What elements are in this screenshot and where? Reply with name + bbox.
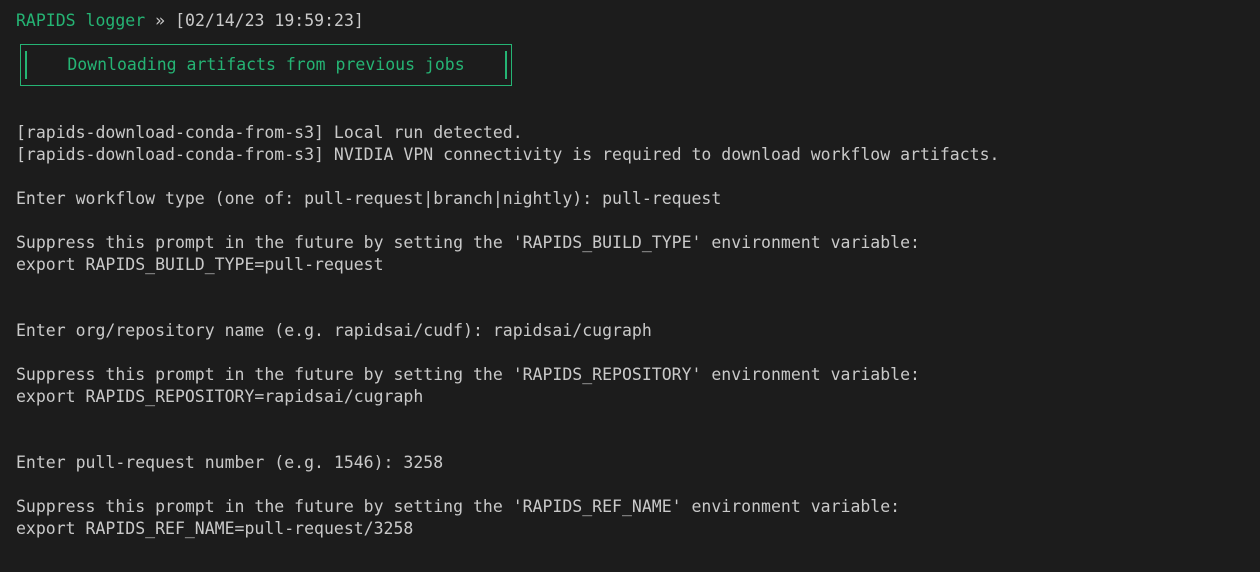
log-vpn-required-line: [rapids-download-conda-from-s3] NVIDIA V… (16, 144, 1244, 166)
blank-line (16, 342, 1244, 364)
log-local-run-line: [rapids-download-conda-from-s3] Local ru… (16, 122, 1244, 144)
blank-line (16, 276, 1244, 298)
prompt-workflow-type-line: Enter workflow type (one of: pull-reques… (16, 188, 1244, 210)
terminal-window[interactable]: RAPIDS logger » [02/14/23 19:59:23] Downlo… (0, 0, 1260, 572)
header-separator: » (155, 11, 165, 30)
prompt-repository-line: Enter org/repository name (e.g. rapidsai… (16, 320, 1244, 342)
export-build-type-line: export RAPIDS_BUILD_TYPE=pull-request (16, 254, 1244, 276)
blank-line (16, 474, 1244, 496)
blank-line (16, 166, 1244, 188)
logger-name: RAPIDS logger (16, 11, 145, 30)
export-ref-name-line: export RAPIDS_REF_NAME=pull-request/3258 (16, 518, 1244, 540)
blank-line (16, 430, 1244, 452)
logger-timestamp: [02/14/23 19:59:23] (175, 11, 364, 30)
banner-box: Downloading artifacts from previous jobs (20, 44, 512, 86)
blank-line (16, 210, 1244, 232)
suppress-repository-line: Suppress this prompt in the future by se… (16, 364, 1244, 386)
logger-header: RAPIDS logger » [02/14/23 19:59:23] (16, 10, 1244, 32)
blank-line (16, 298, 1244, 320)
banner-text: Downloading artifacts from previous jobs (67, 54, 464, 76)
blank-line (16, 408, 1244, 430)
suppress-ref-name-line: Suppress this prompt in the future by se… (16, 496, 1244, 518)
banner-right-edge-line (505, 51, 507, 79)
export-repository-line: export RAPIDS_REPOSITORY=rapidsai/cugrap… (16, 386, 1244, 408)
prompt-pr-number-line: Enter pull-request number (e.g. 1546): 3… (16, 452, 1244, 474)
suppress-build-type-line: Suppress this prompt in the future by se… (16, 232, 1244, 254)
banner-left-edge-line (25, 51, 27, 79)
